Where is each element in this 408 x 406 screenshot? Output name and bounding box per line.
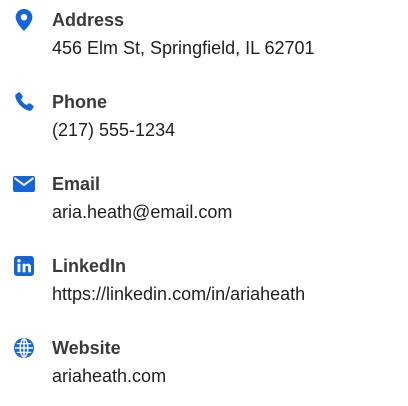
globe-icon — [12, 336, 36, 360]
envelope-icon — [12, 172, 36, 196]
contact-item-website: Website ariaheath.com — [0, 336, 408, 406]
linkedin-icon — [12, 254, 36, 278]
map-marker-icon — [12, 8, 36, 32]
contact-item-email: Email aria.heath@email.com — [0, 172, 408, 242]
phone-icon — [12, 90, 36, 114]
contact-item-linkedin: LinkedIn https://linkedin.com/in/ariahea… — [0, 254, 408, 324]
linkedin-value[interactable]: https://linkedin.com/in/ariaheath — [52, 282, 305, 306]
contact-item-phone: Phone (217) 555-1234 — [0, 90, 408, 160]
email-value: aria.heath@email.com — [52, 202, 233, 222]
address-label: Address — [52, 10, 125, 30]
address-value: 456 Elm St, Springfield, IL 62701 — [52, 38, 315, 58]
phone-value: (217) 555-1234 — [52, 120, 176, 140]
linkedin-label: LinkedIn — [52, 256, 127, 276]
email-label: Email — [52, 174, 101, 194]
contact-item-address: Address 456 Elm St, Springfield, IL 6270… — [0, 8, 408, 78]
website-label: Website — [52, 338, 121, 358]
phone-label: Phone — [52, 92, 108, 112]
website-value[interactable]: ariaheath.com — [52, 364, 166, 388]
